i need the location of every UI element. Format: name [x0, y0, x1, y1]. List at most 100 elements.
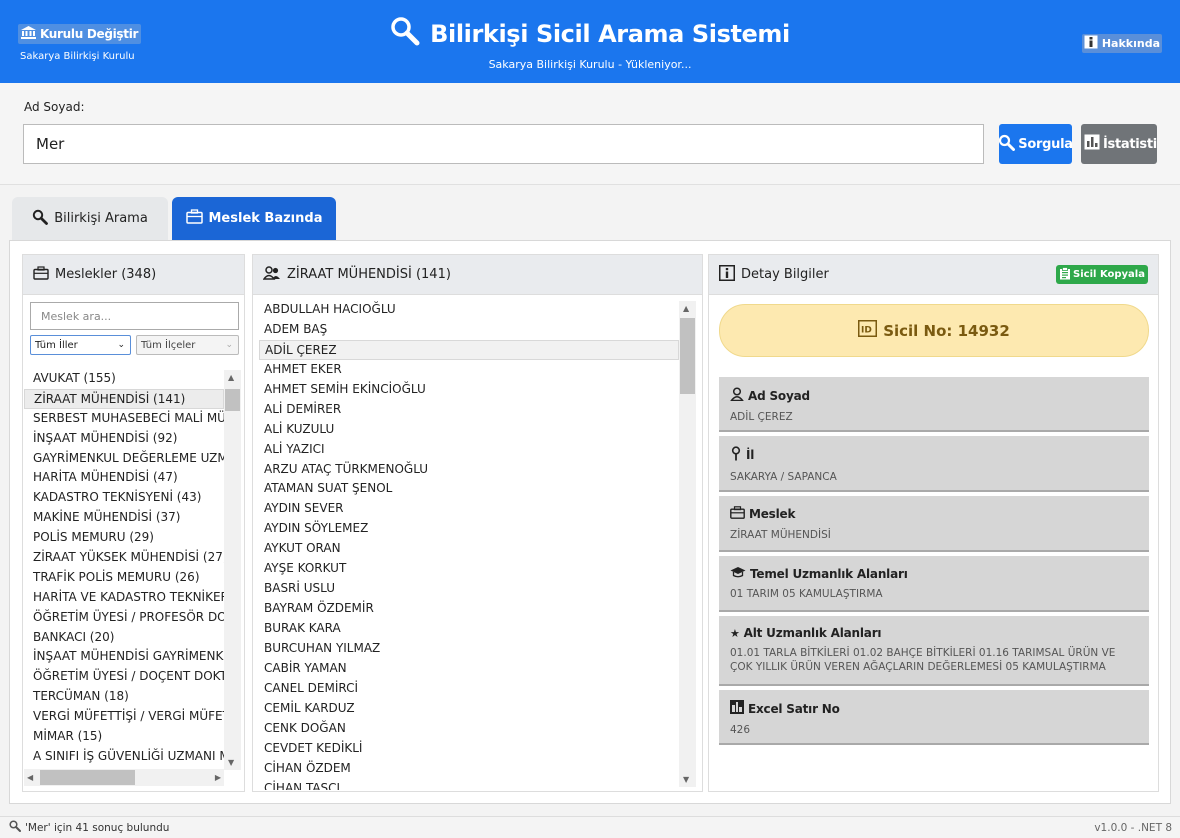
detail-card-alt-uzmanlik: ★ Alt Uzmanlık Alanları 01.01 TARLA BİTK… — [719, 616, 1149, 686]
list-item[interactable]: HARİTA MÜHENDİSİ (47) — [24, 468, 224, 488]
title-block: Bilirkişi Sicil Arama Sistemi Sakarya Bi… — [0, 16, 1180, 71]
scroll-left-icon[interactable]: ◀ — [27, 773, 33, 782]
hakkinda-button[interactable]: Hakkında — [1081, 34, 1162, 53]
list-item[interactable]: ZİRAAT YÜKSEK MÜHENDİSİ (27) — [24, 548, 224, 568]
list-item[interactable]: CİHAN TAŞÇI — [259, 779, 679, 791]
search-icon — [9, 820, 21, 835]
kisi-panel: ZİRAAT MÜHENDİSİ (141) ABDULLAH HACIOĞLU… — [252, 254, 703, 792]
detail-card-meslek: Meslek ZİRAAT MÜHENDİSİ — [719, 496, 1149, 552]
scrollbar-thumb[interactable] — [225, 389, 240, 411]
svg-text:ID: ID — [861, 326, 872, 336]
ad-soyad-input[interactable]: Mer — [23, 124, 984, 164]
list-item[interactable]: BURAK KARA — [259, 619, 679, 639]
list-item[interactable]: BASRİ USLU — [259, 579, 679, 599]
list-item[interactable]: TERCÜMAN (18) — [24, 687, 224, 707]
list-item[interactable]: POLİS MEMURU (29) — [24, 528, 224, 548]
list-item[interactable]: AVUKAT (155) — [24, 369, 224, 389]
detail-card-value: ADİL ÇEREZ — [730, 411, 793, 423]
list-item[interactable]: VERGİ MÜFETTİŞİ / VERGİ MÜFETTİŞ — [24, 707, 224, 727]
meslek-horizontal-scrollbar[interactable]: ◀ ▶ — [24, 769, 224, 786]
il-select[interactable]: Tüm İller ⌄ — [30, 335, 131, 355]
detail-card-title: İl — [746, 448, 755, 462]
list-item[interactable]: ÖĞRETİM ÜYESİ / PROFESÖR DOKTO — [24, 608, 224, 628]
meslek-search-input[interactable]: Meslek ara... — [30, 302, 239, 330]
list-item[interactable]: CABİR YAMAN — [259, 659, 679, 679]
status-left: 'Mer' için 41 sonuç bulundu — [9, 820, 169, 835]
detail-card-value: 01 TARIM 05 KAMULAŞTIRMA — [730, 588, 883, 600]
list-item[interactable]: AYDIN SEVER — [259, 499, 679, 519]
list-item[interactable]: ADEM BAŞ — [259, 320, 679, 340]
list-item-selected[interactable]: ZİRAAT MÜHENDİSİ (141) — [24, 388, 224, 409]
search-icon — [999, 134, 1016, 155]
il-select-value: Tüm İller — [35, 339, 78, 351]
ilce-select[interactable]: Tüm İlçeler ⌄ — [136, 335, 239, 355]
list-item[interactable]: AYDIN SÖYLEMEZ — [259, 519, 679, 539]
list-item[interactable]: ARZU ATAÇ TÜRKMENOĞLU — [259, 460, 679, 480]
list-item[interactable]: A SINIFI İŞ GÜVENLİĞİ UZMANI MAK — [24, 747, 224, 767]
tab-bilirkisi-arama[interactable]: Bilirkişi Arama — [12, 197, 168, 240]
list-item[interactable]: CEMİL KARDUZ — [259, 699, 679, 719]
list-item[interactable]: İNŞAAT MÜHENDİSİ (92) — [24, 429, 224, 449]
list-item-selected[interactable]: ADİL ÇEREZ — [259, 339, 679, 360]
scrollbar-thumb[interactable] — [680, 318, 695, 394]
id-card-icon: ID — [858, 320, 878, 341]
excel-icon — [730, 700, 744, 717]
detay-panel: Detay Bilgiler Sicil Kopyala ID Sicil No… — [708, 254, 1159, 792]
list-item[interactable]: HARİTA VE KADASTRO TEKNİKERİ ( — [24, 588, 224, 608]
search-icon — [32, 209, 49, 229]
meslek-vertical-scrollbar[interactable]: ▲ ▼ — [224, 370, 241, 770]
kisi-list: ABDULLAH HACIOĞLU ADEM BAŞ ADİL ÇEREZ AH… — [259, 300, 679, 790]
list-item[interactable]: ÖĞRETİM ÜYESİ / DOÇENT DOKTOR — [24, 667, 224, 687]
list-item[interactable]: AYŞE KORKUT — [259, 559, 679, 579]
list-item[interactable]: ATAMAN SUAT ŞENOL — [259, 479, 679, 499]
list-item[interactable]: CEVDET KEDİKLİ — [259, 739, 679, 759]
list-item[interactable]: BAYRAM ÖZDEMİR — [259, 599, 679, 619]
detail-card-title: Alt Uzmanlık Alanları — [743, 626, 882, 640]
detay-panel-title: Detay Bilgiler — [741, 267, 829, 282]
list-item[interactable]: İNŞAAT MÜHENDİSİ GAYRİMENKUL — [24, 647, 224, 667]
list-item[interactable]: ALİ KUZULU — [259, 420, 679, 440]
list-item[interactable]: CANEL DEMİRCİ — [259, 679, 679, 699]
briefcase-icon — [730, 506, 745, 522]
sicil-kopyala-label: Sicil Kopyala — [1073, 269, 1145, 280]
list-item[interactable]: AYKUT ORAN — [259, 539, 679, 559]
list-item[interactable]: CİHAN ÖZDEM — [259, 759, 679, 779]
list-item[interactable]: MİMAR (15) — [24, 727, 224, 747]
list-item[interactable]: KADASTRO TEKNİSYENİ (43) — [24, 488, 224, 508]
scrollbar-thumb[interactable] — [40, 770, 135, 785]
sicil-no-badge: ID Sicil No: 14932 — [719, 304, 1149, 357]
list-item[interactable]: ALİ YAZICI — [259, 440, 679, 460]
list-item[interactable]: BANKACI (20) — [24, 628, 224, 648]
list-item[interactable]: BURCUHAN YILMAZ — [259, 639, 679, 659]
list-item[interactable]: AHMET EKER — [259, 360, 679, 380]
tab-meslek-bazinda[interactable]: Meslek Bazında — [172, 197, 336, 240]
meslek-panel-header: Meslekler (348) — [23, 255, 244, 295]
scroll-down-icon[interactable]: ▼ — [228, 758, 234, 767]
search-icon — [390, 16, 420, 52]
kisi-panel-title: ZİRAAT MÜHENDİSİ (141) — [287, 267, 451, 282]
sorgula-label: Sorgula — [1018, 136, 1072, 152]
kisi-vertical-scrollbar[interactable]: ▲ ▼ — [679, 301, 696, 787]
istatistik-button[interactable]: İstatistik — [1081, 124, 1157, 164]
scroll-right-icon[interactable]: ▶ — [215, 773, 221, 782]
tab-label: Bilirkişi Arama — [54, 211, 148, 226]
scroll-up-icon[interactable]: ▲ — [228, 373, 234, 382]
list-item[interactable]: ABDULLAH HACIOĞLU — [259, 300, 679, 320]
scroll-up-icon[interactable]: ▲ — [683, 304, 689, 313]
detail-card-excel-satir: Excel Satır No 426 — [719, 690, 1149, 745]
person-icon — [730, 387, 744, 404]
info-icon — [1084, 35, 1098, 52]
list-item[interactable]: AHMET SEMİH EKİNCİOĞLU — [259, 380, 679, 400]
scroll-down-icon[interactable]: ▼ — [683, 775, 689, 784]
detail-card-temel-uzmanlik: Temel Uzmanlık Alanları 01 TARIM 05 KAMU… — [719, 556, 1149, 612]
list-item[interactable]: GAYRİMENKUL DEĞERLEME UZMANI — [24, 449, 224, 469]
list-item[interactable]: CENK DOĞAN — [259, 719, 679, 739]
detail-card-ad-soyad: Ad Soyad ADİL ÇEREZ — [719, 377, 1149, 432]
list-item[interactable]: TRAFİK POLİS MEMURU (26) — [24, 568, 224, 588]
list-item[interactable]: ALİ DEMİRER — [259, 400, 679, 420]
istatistik-label: İstatistik — [1103, 136, 1157, 152]
list-item[interactable]: SERBEST MUHASEBECİ MALİ MÜŞAV — [24, 409, 224, 429]
sorgula-button[interactable]: Sorgula — [999, 124, 1072, 164]
list-item[interactable]: MAKİNE MÜHENDİSİ (37) — [24, 508, 224, 528]
sicil-kopyala-button[interactable]: Sicil Kopyala — [1056, 265, 1148, 284]
